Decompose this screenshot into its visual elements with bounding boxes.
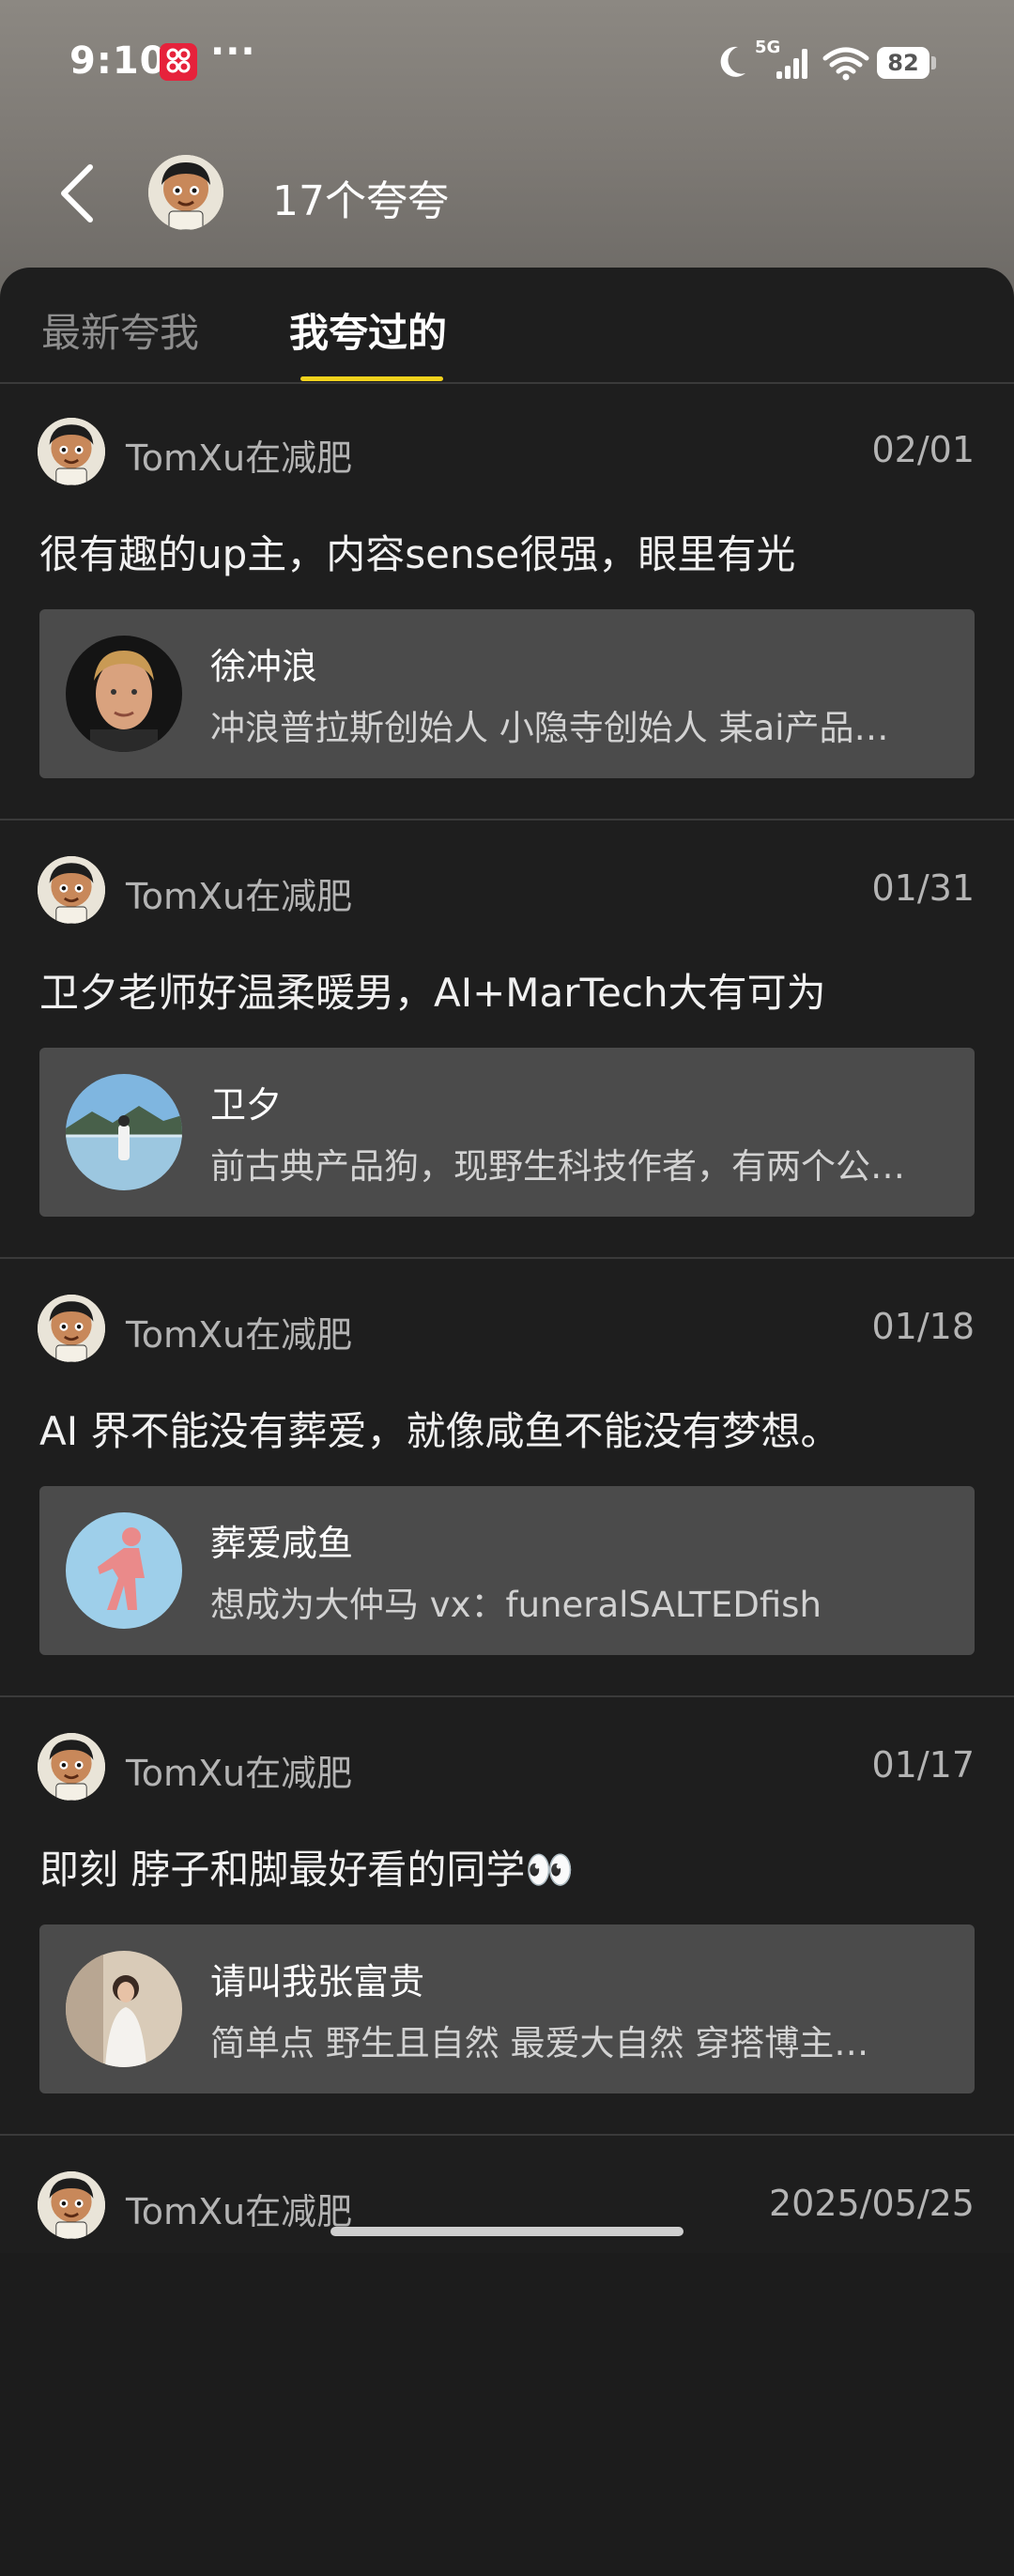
praise-text: AI 界不能没有葬爱，就像咸鱼不能没有梦想。: [39, 1408, 840, 1454]
cartoon-avatar-icon: [38, 2171, 105, 2239]
praise-text: 即刻 脖子和脚最好看的同学👀: [39, 1847, 575, 1893]
wifi-icon: [822, 47, 869, 81]
target-user-card[interactable]: 葬爱咸鱼 想成为大仲马 vx：funeralSALTEDfish: [39, 1486, 975, 1655]
author-avatar[interactable]: [38, 2171, 105, 2239]
praise-date: 01/18: [871, 1306, 975, 1347]
status-time: 9:10: [69, 39, 167, 83]
praise-text: 卫夕老师好温柔暖男，AI+MarTech大有可为: [39, 970, 826, 1016]
cartoon-avatar-icon: [148, 155, 223, 230]
author-name[interactable]: TomXu在减肥: [126, 2183, 352, 2234]
target-user-card[interactable]: 徐冲浪 冲浪普拉斯创始人 小隐寺创始人 某ai产品…: [39, 609, 975, 778]
cartoon-avatar-icon: [38, 856, 105, 924]
portrait-photo-icon: [66, 636, 182, 752]
target-user-bio: 前古典产品狗，现野生科技作者，有两个公…: [210, 1146, 905, 1187]
status-bar: 9:10 ··· 5G 82: [0, 0, 1014, 128]
praise-date: 2025/05/25: [768, 2183, 975, 2224]
target-user-bio: 简单点 野生且自然 最爱大自然 穿搭博主…: [210, 2023, 869, 2063]
praise-entry[interactable]: TomXu在减肥 2025/05/25: [0, 2138, 1014, 2576]
back-button[interactable]: [49, 156, 109, 231]
home-indicator[interactable]: [330, 2227, 684, 2236]
praise-text: 很有趣的up主，内容sense很强，眼里有光: [39, 531, 796, 577]
praise-date: 01/17: [871, 1744, 975, 1786]
author-name[interactable]: TomXu在减肥: [126, 1306, 352, 1357]
target-user-name: 葬爱咸鱼: [210, 1523, 354, 1564]
do-not-disturb-moon-icon: [720, 46, 745, 77]
portrait-photo-icon: [66, 1951, 182, 2067]
app-notification-icon: [160, 43, 197, 81]
target-user-avatar: [66, 1074, 182, 1190]
target-user-name: 卫夕: [210, 1084, 283, 1126]
page-title: 17个夸夸: [272, 177, 449, 225]
praise-entry[interactable]: TomXu在减肥 01/31 卫夕老师好温柔暖男，AI+MarTech大有可为 …: [0, 822, 1014, 1261]
pink-figure-illustration-icon: [66, 1512, 182, 1629]
praise-date: 02/01: [871, 429, 975, 470]
battery-level: 82: [877, 47, 930, 79]
target-user-card[interactable]: 请叫我张富贵 简单点 野生且自然 最爱大自然 穿搭博主…: [39, 1924, 975, 2093]
entry-divider: [0, 1695, 1014, 1697]
author-name[interactable]: TomXu在减肥: [126, 1744, 352, 1796]
target-user-bio: 想成为大仲马 vx：funeralSALTEDfish: [210, 1585, 822, 1625]
tab-latest-praise[interactable]: 最新夸我: [41, 301, 199, 359]
praise-entry[interactable]: TomXu在减肥 01/17 即刻 脖子和脚最好看的同学👀 请叫我张富贵 简单点…: [0, 1699, 1014, 2138]
header-avatar[interactable]: [148, 155, 223, 230]
target-user-avatar: [66, 636, 182, 752]
entry-divider: [0, 1257, 1014, 1259]
target-user-name: 徐冲浪: [210, 646, 318, 687]
target-user-name: 请叫我张富贵: [210, 1961, 425, 2002]
target-user-avatar: [66, 1512, 182, 1629]
cellular-signal-icon: [776, 49, 807, 79]
target-user-bio: 冲浪普拉斯创始人 小隐寺创始人 某ai产品…: [210, 708, 889, 748]
active-tab-indicator: [300, 376, 443, 381]
author-avatar[interactable]: [38, 1733, 105, 1801]
praise-entry[interactable]: TomXu在减肥 02/01 很有趣的up主，内容sense很强，眼里有光 徐冲…: [0, 384, 1014, 822]
praise-entry[interactable]: TomXu在减肥 01/18 AI 界不能没有葬爱，就像咸鱼不能没有梦想。 葬爱…: [0, 1261, 1014, 1699]
target-user-card[interactable]: 卫夕 前古典产品狗，现野生科技作者，有两个公…: [39, 1048, 975, 1217]
target-user-avatar: [66, 1951, 182, 2067]
status-more-indicator: ···: [210, 30, 256, 73]
landscape-photo-icon: [66, 1074, 182, 1190]
battery-tip: [931, 56, 936, 69]
author-avatar[interactable]: [38, 1295, 105, 1362]
main-panel: 最新夸我 我夸过的 TomXu在减肥 02/01 很有趣的up主，内容sense…: [0, 268, 1014, 2253]
cartoon-avatar-icon: [38, 418, 105, 485]
entry-divider: [0, 2134, 1014, 2136]
praise-date: 01/31: [871, 867, 975, 909]
author-name[interactable]: TomXu在减肥: [126, 429, 352, 481]
cartoon-avatar-icon: [38, 1733, 105, 1801]
entry-divider: [0, 819, 1014, 820]
tab-my-praises[interactable]: 我夸过的: [289, 301, 447, 359]
chevron-left-icon: [61, 164, 93, 222]
author-avatar[interactable]: [38, 856, 105, 924]
cartoon-avatar-icon: [38, 1295, 105, 1362]
author-name[interactable]: TomXu在减肥: [126, 867, 352, 919]
author-avatar[interactable]: [38, 418, 105, 485]
